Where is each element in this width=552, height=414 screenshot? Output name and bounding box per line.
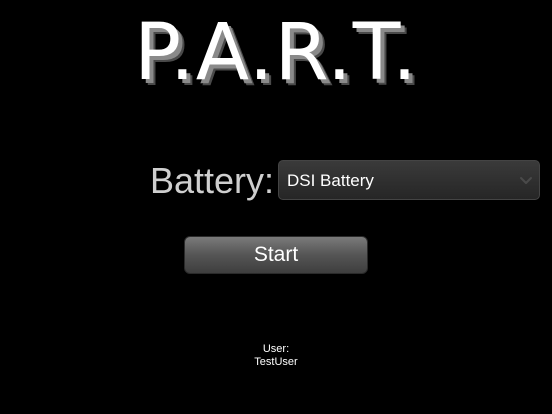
battery-select[interactable]: DSI Battery <box>278 160 540 200</box>
user-name: TestUser <box>254 356 298 368</box>
battery-label: Battery: <box>150 160 275 201</box>
app-logo: P.A.R.T. <box>134 8 418 98</box>
start-button[interactable]: Start <box>184 236 368 274</box>
chevron-down-icon <box>520 177 532 184</box>
user-label: User: <box>262 343 290 355</box>
battery-select-value: DSI Battery <box>287 171 374 190</box>
user-info: User: TestUser <box>0 343 552 369</box>
